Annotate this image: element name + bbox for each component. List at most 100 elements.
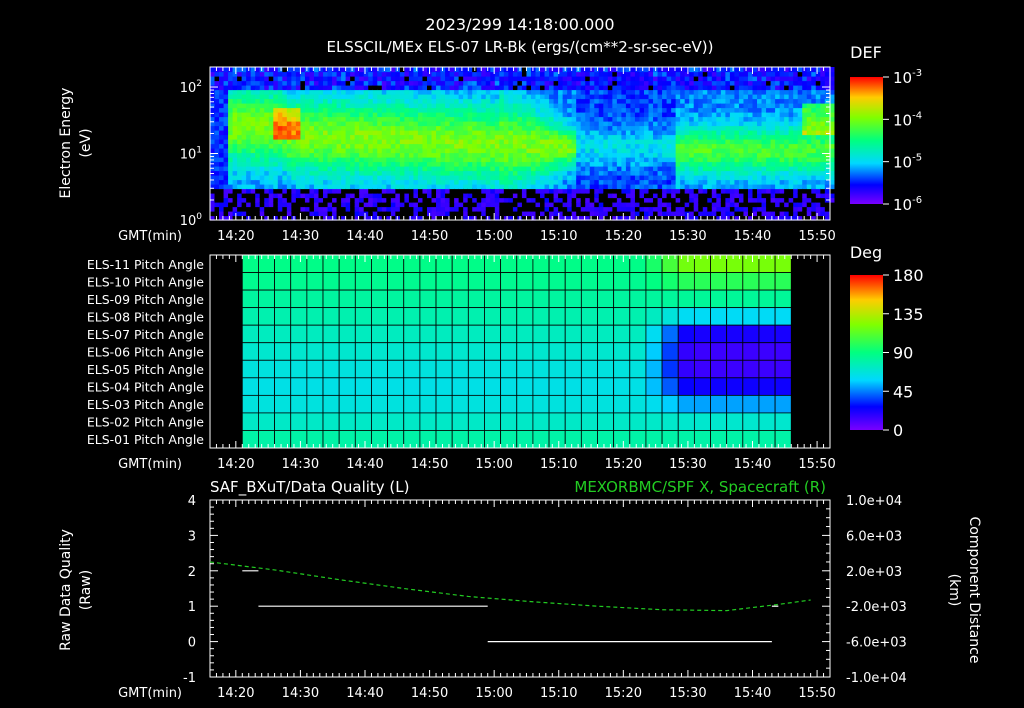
energy-cell (309, 116, 315, 122)
energy-cell (644, 107, 650, 113)
energy-cell (517, 152, 523, 158)
energy-cell (268, 166, 274, 172)
energy-cell (761, 179, 767, 185)
energy-cell (562, 98, 568, 104)
energy-cell (291, 193, 297, 199)
energy-cell (526, 89, 532, 95)
energy-cell (815, 80, 821, 86)
energy-cell (775, 152, 781, 158)
energy-cell (467, 80, 473, 86)
energy-cell (616, 71, 622, 77)
energy-cell (671, 134, 677, 140)
energy-cell (386, 94, 392, 100)
energy-cell (431, 202, 437, 208)
energy-cell (747, 125, 754, 131)
energy-cell (553, 206, 559, 212)
energy-cell (734, 71, 740, 77)
energy-cell (662, 143, 668, 149)
energy-cell (671, 175, 677, 181)
energy-cell (779, 211, 785, 217)
energy-cell (684, 89, 690, 95)
energy-cell (372, 184, 378, 190)
energy-cell (671, 71, 677, 77)
energy-cell (562, 143, 568, 149)
energy-cell (585, 116, 591, 122)
energy-cell (707, 157, 713, 163)
energy-cell (648, 193, 654, 199)
energy-cell (431, 161, 437, 167)
energy-cell (802, 121, 808, 127)
energy-cell (372, 116, 378, 122)
energy-cell (567, 170, 573, 176)
energy-cell (553, 80, 559, 86)
energy-cell (752, 152, 758, 158)
energy-cell (273, 211, 279, 217)
energy-cell (757, 112, 763, 118)
energy-cell (589, 85, 595, 91)
energy-cell (530, 170, 537, 176)
energy-cell (630, 143, 636, 149)
energy-cell (277, 188, 283, 194)
energy-cell (327, 161, 333, 167)
energy-cell (291, 152, 297, 158)
energy-cell (793, 166, 799, 172)
energy-cell (580, 202, 586, 208)
energy-cell (427, 143, 433, 149)
energy-cell (449, 175, 455, 181)
energy-cell (345, 184, 351, 190)
energy-cell (399, 103, 405, 109)
energy-cell (413, 98, 419, 104)
energy-cell (503, 134, 509, 140)
energy-cell (210, 193, 216, 199)
energy-cell (264, 89, 270, 95)
energy-cell (363, 188, 369, 194)
energy-cell (630, 179, 636, 185)
energy-cell (390, 112, 396, 118)
energy-cell (766, 206, 772, 212)
energy-cell (268, 71, 274, 77)
energy-cell (811, 179, 817, 185)
energy-cell (295, 193, 302, 199)
energy-cell (594, 71, 600, 77)
energy-cell (291, 139, 297, 145)
energy-cell (336, 175, 342, 181)
energy-cell (368, 107, 374, 113)
energy-cell (612, 166, 618, 172)
energy-cell (359, 121, 365, 127)
energy-cell (779, 170, 785, 176)
energy-cell (381, 202, 387, 208)
energy-cell (277, 98, 283, 104)
energy-cell (607, 80, 613, 86)
energy-cell (422, 152, 428, 158)
energy-cell (336, 98, 342, 104)
energy-cell (377, 112, 383, 118)
energy-cell (273, 184, 279, 190)
energy-cell (449, 152, 455, 158)
energy-cell (720, 206, 726, 212)
energy-cell (729, 98, 736, 104)
energy-cell (653, 175, 659, 181)
energy-cell (427, 179, 433, 185)
energy-cell (512, 193, 519, 199)
energy-cell (494, 121, 500, 127)
energy-cell (625, 71, 632, 77)
energy-cell (671, 130, 677, 136)
energy-cell (372, 157, 378, 163)
energy-cell (766, 94, 772, 100)
energy-cell (639, 157, 645, 163)
energy-cell (431, 85, 437, 91)
energy-cell (386, 139, 392, 145)
energy-cell (580, 193, 586, 199)
energy-cell (237, 148, 243, 154)
energy-cell (241, 80, 247, 86)
energy-cell (684, 184, 690, 190)
energy-cell (377, 197, 383, 203)
energy-cell (268, 179, 274, 185)
energy-cell (589, 206, 595, 212)
energy-cell (277, 193, 283, 199)
energy-cell (503, 139, 509, 145)
energy-cell (693, 202, 699, 208)
energy-cell (630, 89, 636, 95)
energy-cell (788, 157, 794, 163)
energy-cell (616, 139, 622, 145)
